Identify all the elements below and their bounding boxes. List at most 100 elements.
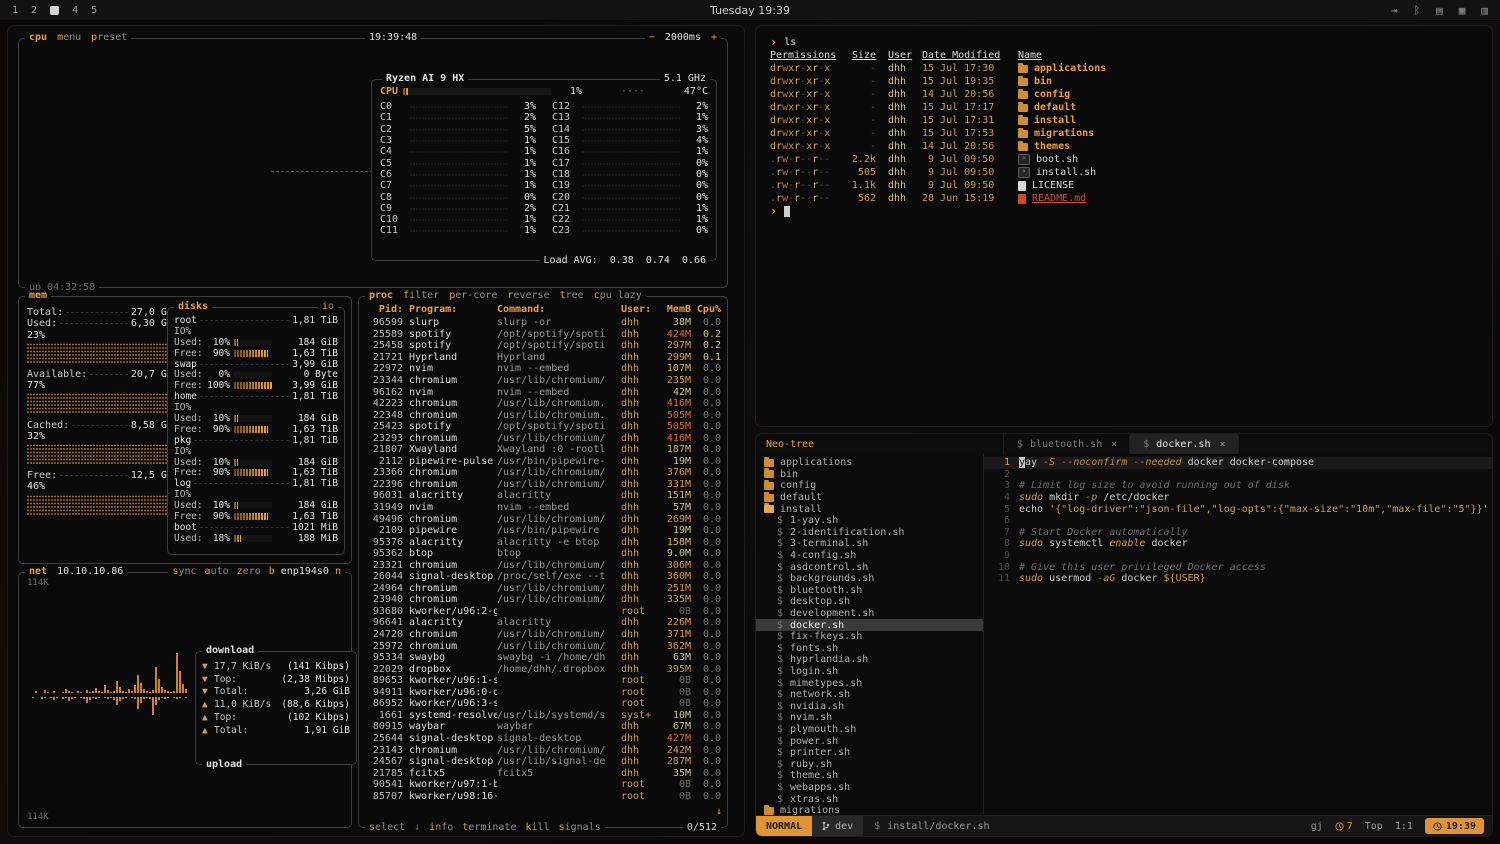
cpu-control-menu[interactable]: menu — [57, 32, 81, 44]
tree-item-fonts.sh[interactable]: $fonts.sh — [756, 643, 983, 655]
tree-item-plymouth.sh[interactable]: $plymouth.sh — [756, 724, 983, 736]
process-row[interactable]: 94911kworker/u96:0-dmroot0B0.0 — [359, 687, 727, 699]
process-row[interactable]: 23940chromium/usr/lib/chromium/dhh335M0.… — [359, 594, 727, 606]
code-editor[interactable]: 1yay -S --noconfirm --needed docker dock… — [984, 454, 1492, 816]
proc-action-signals[interactable]: signals — [559, 822, 601, 834]
shell-prompt-line[interactable]: › — [770, 205, 1478, 218]
process-row[interactable]: 22396chromium/usr/lib/chromium/dhh331M0.… — [359, 479, 727, 491]
process-row[interactable]: 95334swaybgswaybg -i /home/dhdhh63M0.0 — [359, 652, 727, 664]
tree-item-hyprlandia.sh[interactable]: $hyprlandia.sh — [756, 654, 983, 666]
process-row[interactable]: 86952kworker/u96:3-sdroot0B0.0 — [359, 698, 727, 710]
process-row[interactable]: 24720chromium/usr/lib/chromium/dhh371M0.… — [359, 629, 727, 641]
tree-item-4-config.sh[interactable]: $4-config.sh — [756, 550, 983, 562]
process-row[interactable]: 25972chromium/usr/lib/chromium/dhh362M0.… — [359, 640, 727, 652]
tree-item-theme.sh[interactable]: $theme.sh — [756, 770, 983, 782]
tree-item-nvim.sh[interactable]: $nvim.sh — [756, 712, 983, 724]
net-control-auto[interactable]: auto — [205, 566, 229, 578]
logout-icon[interactable]: ⇥ — [1391, 4, 1398, 17]
disks-io-toggle[interactable]: io — [322, 301, 334, 313]
process-row[interactable]: 21785fcitx5fcitx5dhh35M0.0 — [359, 767, 727, 779]
tree-item-bluetooth.sh[interactable]: $bluetooth.sh — [756, 585, 983, 597]
terminal-window[interactable]: › ls PermissionsSizeUserDate ModifiedNam… — [756, 26, 1492, 426]
process-row[interactable]: 93680kworker/u96:2-gfroot0B0.0 — [359, 606, 727, 618]
workspace-active[interactable] — [50, 6, 59, 15]
tree-item-webapps.sh[interactable]: $webapps.sh — [756, 782, 983, 794]
proc-control-tree[interactable]: tree — [560, 290, 584, 302]
workspace-4[interactable]: 4 — [72, 5, 78, 16]
tree-item-login.sh[interactable]: $login.sh — [756, 666, 983, 678]
workspace-2[interactable]: 2 — [31, 5, 37, 16]
process-row[interactable]: 2112pipewire-pulse/usr/bin/pipewire-dhh1… — [359, 456, 727, 468]
process-row[interactable]: 80915waybarwaybardhh67M0.0 — [359, 721, 727, 733]
tree-item-fix-fkeys.sh[interactable]: $fix-fkeys.sh — [756, 631, 983, 643]
process-row[interactable]: 25644signal-desktopsignal-desktopdhh427M… — [359, 733, 727, 745]
tree-item-asdcontrol.sh[interactable]: $asdcontrol.sh — [756, 561, 983, 573]
tree-item-2-identification.sh[interactable]: $2-identification.sh — [756, 527, 983, 539]
tree-item-install[interactable]: install — [756, 503, 983, 515]
process-row[interactable]: 24964chromium/usr/lib/chromium/dhh251M0.… — [359, 583, 727, 595]
tab-bluetooth.sh[interactable]: $bluetooth.sh× — [1004, 434, 1130, 454]
tree-item-default[interactable]: default — [756, 492, 983, 504]
process-row[interactable]: 2109pipewire/usr/bin/pipewiredhh19M0.0 — [359, 525, 727, 537]
bluetooth-icon[interactable]: ᛒ — [1414, 4, 1421, 17]
net-interface[interactable]: b enp194s0 n — [269, 566, 341, 578]
proc-control-reverse[interactable]: reverse — [507, 290, 549, 302]
process-row[interactable]: 23321chromium/usr/lib/chromium/dhh306M0.… — [359, 559, 727, 571]
process-row[interactable]: 22029dropbox/home/dhh/.dropboxdhh395M0.0 — [359, 663, 727, 675]
process-row[interactable]: 25589spotify/opt/spotify/spotidhh424M0.2 — [359, 329, 727, 341]
process-row[interactable]: 26044signal-desktop/proc/self/exe --tdhh… — [359, 571, 727, 583]
process-row[interactable]: 95376alacrittyalacritty -e btopdhh158M0.… — [359, 536, 727, 548]
net-control-zero[interactable]: zero — [237, 566, 261, 578]
close-tab-icon[interactable]: × — [1111, 439, 1117, 450]
tree-item-ruby.sh[interactable]: $ruby.sh — [756, 758, 983, 770]
process-row[interactable]: 21807XwaylandXwayland :0 -rootldhh187M0.… — [359, 444, 727, 456]
process-row[interactable]: 25423spotify/opt/spotify/spotidhh505M0.0 — [359, 421, 727, 433]
close-tab-icon[interactable]: × — [1219, 439, 1225, 450]
cpu-control-preset[interactable]: preset — [91, 32, 127, 44]
tab-docker.sh[interactable]: $docker.sh× — [1130, 434, 1238, 454]
workspace-5[interactable]: 5 — [91, 5, 97, 16]
process-row[interactable]: 23293chromium/usr/lib/chromium/dhh416M0.… — [359, 432, 727, 444]
tree-item-desktop.sh[interactable]: $desktop.sh — [756, 596, 983, 608]
tree-item-1-yay.sh[interactable]: $1-yay.sh — [756, 515, 983, 527]
tree-item-power.sh[interactable]: $power.sh — [756, 735, 983, 747]
process-row[interactable]: 90541kworker/u97:1-btroot0B0.0 — [359, 779, 727, 791]
proc-control-filter[interactable]: filter — [403, 290, 439, 302]
tree-item-applications[interactable]: applications — [756, 457, 983, 469]
workspace-1[interactable]: 1 — [12, 5, 18, 16]
proc-action-select[interactable]: select — [369, 822, 405, 834]
tree-item-docker.sh[interactable]: $docker.sh — [756, 619, 983, 631]
process-row[interactable]: 1661systemd-resolve/usr/lib/systemd/ssys… — [359, 710, 727, 722]
process-row[interactable]: 21721HyprlandHyprlanddhh299M0.1 — [359, 352, 727, 364]
proc-action-terminate[interactable]: terminate — [462, 822, 516, 834]
scroll-down-icon[interactable]: ↓ — [716, 806, 722, 817]
update-interval[interactable]: −2000ms+ — [645, 32, 721, 44]
process-row[interactable]: 95362btopbtopdhh9.0M0.0 — [359, 548, 727, 560]
process-row[interactable]: 85707kworker/u98:16-broot0B0.0 — [359, 790, 727, 802]
process-row[interactable]: 96162nvimnvim --embeddhh42M0.0 — [359, 386, 727, 398]
process-row[interactable]: 31949nvimnvim --embeddhh57M0.0 — [359, 502, 727, 514]
tree-item-mimetypes.sh[interactable]: $mimetypes.sh — [756, 677, 983, 689]
process-row[interactable]: 42223chromium/usr/lib/chromium.dhh416M0.… — [359, 398, 727, 410]
process-row[interactable]: 96599slurpslurp -ordhh38M0.0 — [359, 317, 727, 329]
process-row[interactable]: 23344chromium/usr/lib/chromium/dhh235M0.… — [359, 375, 727, 387]
tree-item-nvidia.sh[interactable]: $nvidia.sh — [756, 700, 983, 712]
proc-control-per-core[interactable]: per-core — [449, 290, 497, 302]
process-row[interactable]: 24567signal-desktop/usr/lib/signal-dedhh… — [359, 756, 727, 768]
process-row[interactable]: 96641alacrittyalacrittydhh226M0.0 — [359, 617, 727, 629]
tree-item-config[interactable]: config — [756, 480, 983, 492]
tree-item-3-terminal.sh[interactable]: $3-terminal.sh — [756, 538, 983, 550]
process-row[interactable]: 96031alacrittyalacrittydhh151M0.0 — [359, 490, 727, 502]
process-row[interactable]: 23366chromium/usr/lib/chromium/dhh376M0.… — [359, 467, 727, 479]
tree-item-network.sh[interactable]: $network.sh — [756, 689, 983, 701]
tree-item-bin[interactable]: bin — [756, 469, 983, 481]
net-control-sync[interactable]: sync — [172, 566, 196, 578]
grid-icon[interactable]: ▦ — [1459, 4, 1466, 17]
process-row[interactable]: 22348chromium/usr/lib/chromium.dhh505M0.… — [359, 409, 727, 421]
process-row[interactable]: 22972nvimnvim --embeddhh107M0.0 — [359, 363, 727, 375]
process-row[interactable]: 89653kworker/u96:1-sdroot0B0.0 — [359, 675, 727, 687]
proc-action-info[interactable]: info — [429, 822, 453, 834]
tree-item-backgrounds.sh[interactable]: $backgrounds.sh — [756, 573, 983, 585]
keyboard-icon[interactable]: ▤ — [1436, 4, 1443, 17]
process-row[interactable]: 23143chromium/usr/lib/chromium/dhh242M0.… — [359, 744, 727, 756]
